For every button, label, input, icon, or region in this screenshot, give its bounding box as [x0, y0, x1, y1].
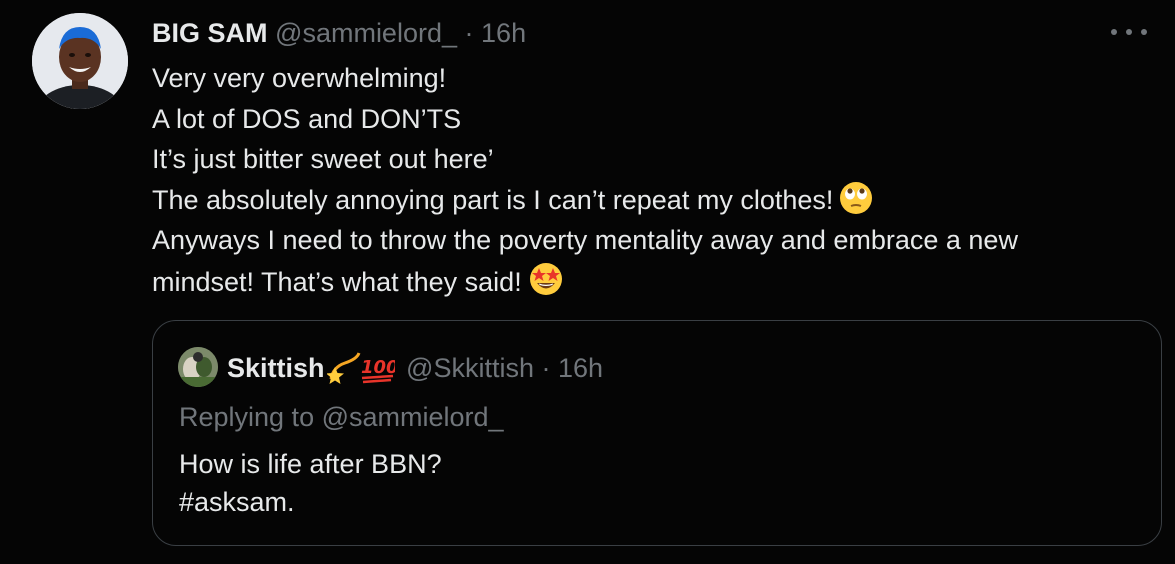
- tweet-line: Very very overwhelming!: [152, 63, 447, 93]
- quoted-author-name[interactable]: Skittish: [227, 353, 325, 383]
- tweet-header: BIG SAM @sammielord_ · 16h: [152, 16, 526, 50]
- quoted-author-handle[interactable]: @Skkittish: [406, 353, 534, 383]
- tweet-line-with-emoji: The absolutely annoying part is I can’t …: [152, 180, 1152, 221]
- replying-prefix: Replying to: [179, 402, 315, 432]
- quoted-avatar[interactable]: [178, 347, 218, 387]
- tweet-line: mindset! That’s what they said!: [152, 266, 522, 297]
- quoted-hashtag[interactable]: #asksam.: [179, 483, 442, 521]
- tweet-text: Very very overwhelming! A lot of DOS and…: [152, 58, 1152, 301]
- avatar[interactable]: [32, 13, 128, 109]
- separator: ·: [464, 18, 474, 48]
- quoted-line: How is life after BBN?: [179, 449, 442, 479]
- tweet-line: A lot of DOS and DON’TS: [152, 103, 462, 134]
- tweet-line: The absolutely annoying part is I can’t …: [152, 184, 834, 215]
- tweet-line-with-emoji: mindset! That’s what they said!: [152, 261, 1152, 302]
- author-name[interactable]: BIG SAM: [152, 18, 268, 48]
- quoted-text: How is life after BBN? #asksam.: [179, 445, 442, 521]
- quoted-tweet[interactable]: Skittish 100 @Skkittish · 16h Replying t…: [152, 320, 1162, 546]
- more-options-icon[interactable]: [1111, 18, 1147, 46]
- timestamp[interactable]: 16h: [481, 18, 526, 48]
- quoted-name-emojis: 100: [325, 349, 398, 394]
- hundred-points-emoji: 100: [361, 357, 398, 384]
- replying-mention[interactable]: @sammielord_: [322, 402, 504, 432]
- replying-to: Replying to @sammielord_: [179, 397, 504, 437]
- separator: ·: [541, 353, 551, 383]
- tweet: BIG SAM @sammielord_ · 16h Very very ove…: [0, 0, 1175, 564]
- star-struck-emoji: [528, 261, 564, 309]
- tweet-line: It’s just bitter sweet out here’: [152, 144, 494, 174]
- author-handle[interactable]: @sammielord_: [275, 18, 457, 48]
- dizzy-emoji: [325, 352, 360, 384]
- quoted-timestamp[interactable]: 16h: [558, 353, 603, 383]
- tweet-line: Anyways I need to throw the poverty ment…: [152, 225, 1018, 255]
- quoted-header: Skittish 100 @Skkittish · 16h: [227, 349, 603, 385]
- svg-text:100: 100: [361, 357, 395, 378]
